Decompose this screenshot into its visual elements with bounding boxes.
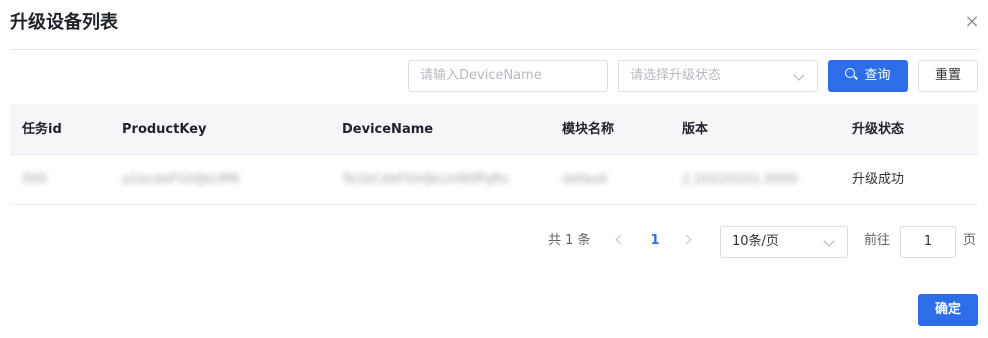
device-name-placeholder: 请输入DeviceName bbox=[420, 68, 542, 83]
cell-module-name: default bbox=[562, 172, 608, 187]
dialog-title: 升级设备列表 bbox=[10, 12, 118, 33]
upgrade-device-dialog: 升级设备列表 × 请输入DeviceName 请选择升级状态 查询 重置 任务i… bbox=[0, 0, 988, 338]
cell-upgrade-status: 升级成功 bbox=[852, 172, 905, 187]
column-header-upgrade-status: 升级状态 bbox=[852, 122, 905, 137]
confirm-button[interactable]: 确定 bbox=[918, 294, 978, 326]
chevron-down-icon bbox=[823, 235, 835, 247]
cell-task-id: 000 bbox=[22, 172, 47, 187]
cell-product-key: a1bcdeFGhIJkLMN bbox=[122, 172, 240, 187]
device-name-input[interactable]: 请输入DeviceName bbox=[408, 60, 608, 92]
upgrade-status-select[interactable]: 请选择升级状态 bbox=[618, 60, 818, 92]
page-size-value: 10条/页 bbox=[732, 234, 779, 249]
column-header-module-name: 模块名称 bbox=[562, 122, 615, 137]
table-row: 000 a1bcdeFGhIJkLMN Te1bCdeFGhIJkLmN0PqR… bbox=[10, 155, 978, 205]
query-button-label: 查询 bbox=[864, 68, 891, 83]
page-size-select[interactable]: 10条/页 bbox=[720, 226, 848, 258]
chevron-right-icon[interactable] bbox=[681, 234, 692, 245]
cell-device-name: Te1bCdeFGhIJkLmN0PqRs bbox=[342, 172, 509, 187]
chevron-down-icon bbox=[793, 69, 805, 81]
chevron-left-icon[interactable] bbox=[615, 234, 626, 245]
upgrade-status-placeholder: 请选择升级状态 bbox=[630, 68, 722, 83]
goto-page-input[interactable]: 1 bbox=[900, 226, 956, 258]
column-header-device-name: DeviceName bbox=[342, 122, 434, 137]
close-icon[interactable]: × bbox=[962, 12, 982, 32]
goto-label: 前往 bbox=[864, 233, 891, 248]
query-button[interactable]: 查询 bbox=[828, 60, 908, 92]
pagination-total: 共 1 条 bbox=[548, 233, 591, 248]
device-table: 任务id ProductKey DeviceName 模块名称 版本 升级状态 … bbox=[10, 104, 978, 205]
column-header-product-key: ProductKey bbox=[122, 122, 207, 137]
cell-version: 2.20220101.0000 bbox=[682, 172, 798, 187]
page-number-button[interactable]: 1 bbox=[648, 231, 662, 251]
search-icon bbox=[845, 68, 859, 81]
reset-button[interactable]: 重置 bbox=[918, 60, 978, 92]
page-unit-label: 页 bbox=[963, 233, 977, 248]
header-divider bbox=[10, 49, 978, 50]
goto-page-value: 1 bbox=[923, 234, 933, 249]
column-header-version: 版本 bbox=[682, 122, 709, 137]
table-header: 任务id ProductKey DeviceName 模块名称 版本 升级状态 bbox=[10, 104, 978, 155]
column-header-task-id: 任务id bbox=[22, 122, 62, 137]
